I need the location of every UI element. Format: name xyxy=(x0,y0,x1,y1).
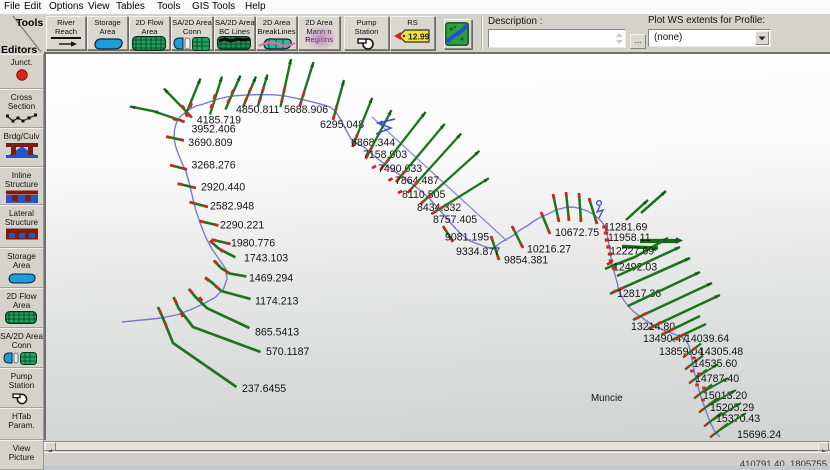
svg-text:9854.381: 9854.381 xyxy=(504,255,548,267)
svg-text:1469.294: 1469.294 xyxy=(249,273,293,285)
svg-text:8757.405: 8757.405 xyxy=(433,214,477,226)
svg-text:1980.776: 1980.776 xyxy=(231,238,275,250)
svg-text:14305.48: 14305.48 xyxy=(699,346,743,358)
svg-text:12.99: 12.99 xyxy=(408,31,430,41)
svg-text:4850.811: 4850.811 xyxy=(236,104,280,116)
svg-text:2582.948: 2582.948 xyxy=(210,201,254,213)
svg-text:Muncie: Muncie xyxy=(591,393,623,404)
svg-text:6295.048: 6295.048 xyxy=(320,119,364,131)
svg-text:570.1187: 570.1187 xyxy=(266,346,310,358)
svg-text:14039.64: 14039.64 xyxy=(685,333,729,345)
svg-text:4185.719: 4185.719 xyxy=(197,115,241,127)
svg-text:3690.809: 3690.809 xyxy=(188,137,232,149)
svg-text:5688.906: 5688.906 xyxy=(284,104,328,116)
svg-text:8110.505: 8110.505 xyxy=(402,189,446,201)
svg-text:3268.276: 3268.276 xyxy=(192,160,236,172)
svg-text:1743.103: 1743.103 xyxy=(244,253,288,265)
svg-text:7490.633: 7490.633 xyxy=(378,163,422,175)
svg-text:10672.75: 10672.75 xyxy=(555,227,599,239)
svg-text:10216.27: 10216.27 xyxy=(527,244,571,256)
svg-text:12227.69: 12227.69 xyxy=(610,246,654,258)
svg-text:1174.213: 1174.213 xyxy=(255,296,299,308)
svg-text:9081.195: 9081.195 xyxy=(445,232,489,244)
svg-text:865.5413: 865.5413 xyxy=(255,327,299,339)
svg-text:14535.60: 14535.60 xyxy=(693,358,737,370)
svg-text:11958.11: 11958.11 xyxy=(608,232,651,244)
svg-text:237.6455: 237.6455 xyxy=(242,383,286,395)
svg-text:9334.877: 9334.877 xyxy=(456,246,500,258)
svg-text:15696.24: 15696.24 xyxy=(737,429,781,440)
svg-text:7158.903: 7158.903 xyxy=(363,149,407,161)
svg-text:2290.221: 2290.221 xyxy=(220,220,264,232)
svg-text:2920.440: 2920.440 xyxy=(201,182,245,194)
